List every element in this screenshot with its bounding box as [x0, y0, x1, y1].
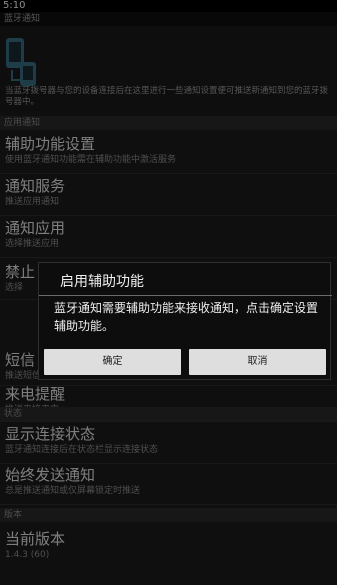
dialog-title: 启用辅助功能 [60, 274, 144, 290]
dialog-divider [39, 295, 332, 296]
enable-accessibility-dialog: 启用辅助功能 蓝牙通知需要辅助功能来接收通知，点击确定设置辅助功能。 确定 取消 [38, 262, 332, 380]
dialog-message: 蓝牙通知需要辅助功能来接收通知，点击确定设置辅助功能。 [54, 301, 319, 333]
ok-button[interactable]: 确定 [44, 349, 181, 375]
cancel-button[interactable]: 取消 [189, 349, 326, 375]
